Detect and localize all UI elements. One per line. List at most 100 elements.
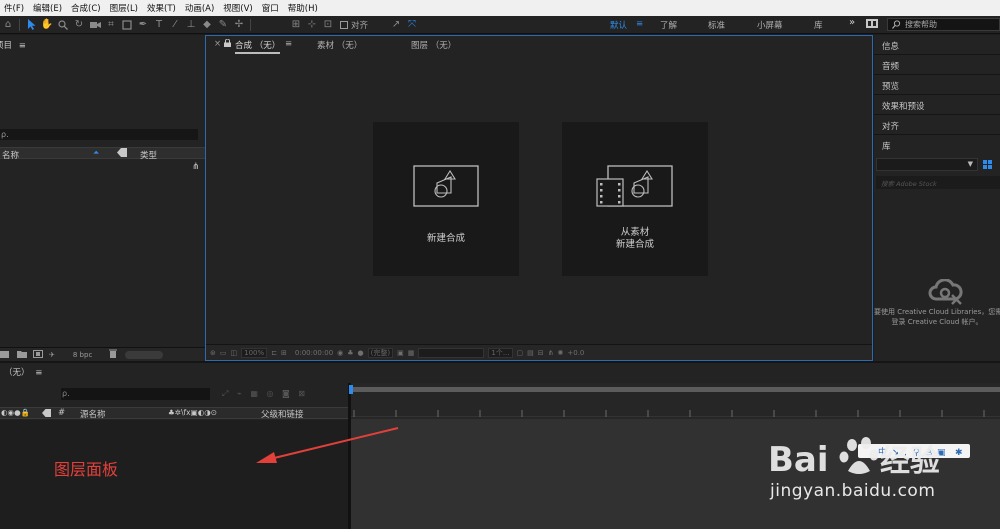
lock-icon[interactable] (224, 38, 231, 50)
draft-3d-icon[interactable]: ⤢ (222, 389, 228, 398)
home-icon[interactable]: ⌂ (0, 17, 16, 33)
help-search-input[interactable]: 搜索帮助 (887, 18, 1000, 31)
world-axis-icon[interactable]: ⊹ (304, 17, 320, 33)
new-composition-button[interactable]: 新建合成 (373, 122, 519, 276)
fit-icon[interactable]: ⊏ (271, 349, 277, 357)
new-folder-icon[interactable] (17, 350, 27, 360)
menu-composition[interactable]: 合成(C) (67, 2, 106, 14)
new-comp-from-footage-button[interactable]: 从素材 新建合成 (562, 122, 708, 276)
panel-info[interactable]: 信息 (874, 35, 1000, 55)
transparency-grid-icon[interactable]: ▦ (408, 349, 415, 357)
panel-effects-presets[interactable]: 效果和预设 (874, 95, 1000, 115)
timeline-search-input[interactable]: ρ. (61, 388, 210, 400)
hand-tool-icon[interactable]: ✋ (39, 17, 55, 33)
timeline-icon[interactable]: ⊟ (538, 349, 544, 357)
project-panel-title[interactable]: 项目 ≡ (0, 39, 26, 51)
workspace-default[interactable]: 默认 (610, 19, 627, 31)
thumbnail-slider[interactable] (125, 350, 164, 359)
rectangle-tool-icon[interactable] (119, 17, 135, 33)
clone-stamp-tool-icon[interactable]: ⊥ (183, 17, 199, 33)
panel-align[interactable]: 对齐 (874, 115, 1000, 135)
flowchart-icon[interactable]: ⋔ (192, 162, 200, 172)
motion-blur-icon[interactable]: ◎ (266, 389, 273, 398)
chart-icon[interactable]: ⊠ (298, 389, 305, 398)
work-area-start-handle[interactable] (349, 385, 353, 394)
type-tool-icon[interactable]: T (151, 17, 167, 33)
eraser-tool-icon[interactable]: ◆ (199, 17, 215, 33)
more-workspaces-button[interactable]: » (849, 17, 855, 28)
color-channel-icon[interactable]: ● (358, 349, 364, 357)
workspace-standard[interactable]: 标准 (708, 19, 725, 31)
selection-tool-icon[interactable] (23, 17, 39, 33)
monitor-icon[interactable]: ▭ (220, 349, 227, 357)
column-number[interactable]: # (58, 408, 65, 418)
exposure-icon[interactable]: ✺ (558, 349, 564, 357)
snap-options-icon[interactable]: ⤧ (404, 17, 420, 33)
work-area-bar[interactable] (349, 385, 1000, 394)
exposure-value[interactable]: +0.0 (567, 349, 584, 357)
label-tag-icon[interactable] (117, 148, 127, 160)
frame-blending-icon[interactable]: ▦ (250, 389, 258, 398)
roto-brush-tool-icon[interactable]: ✎ (215, 17, 231, 33)
tab-footage[interactable]: 素材 （无） (317, 39, 362, 51)
close-tab-icon[interactable]: × (214, 39, 221, 49)
view-layout-dropdown[interactable]: 1个... (488, 347, 513, 358)
bit-depth-label[interactable]: 8 bpc (73, 351, 92, 359)
column-parent-link[interactable]: 父级和链接 (261, 408, 304, 420)
new-composition-icon[interactable] (33, 349, 43, 360)
workspace-small-screen[interactable]: 小屏幕 (757, 19, 783, 31)
fast-preview-icon[interactable]: ▤ (527, 349, 534, 357)
rotate-tool-icon[interactable]: ↻ (71, 17, 87, 33)
snap-icon[interactable]: ↗ (388, 17, 404, 33)
panel-audio[interactable]: 音频 (874, 55, 1000, 75)
resolution-dropdown[interactable]: (完整) (367, 347, 394, 358)
project-search-input[interactable]: ρ. (0, 129, 198, 140)
column-type[interactable]: 类型 (140, 149, 157, 161)
tab-composition-menu-icon[interactable]: ≡ (285, 39, 292, 49)
puppet-pin-tool-icon[interactable]: ✢ (231, 17, 247, 33)
current-time-display[interactable]: 0:00:00:00 (295, 349, 333, 357)
local-axis-icon[interactable]: ⊞ (288, 17, 304, 33)
always-preview-icon[interactable]: ⊛ (210, 349, 216, 357)
sort-up-icon[interactable]: ⏶ (93, 148, 99, 158)
column-source-name[interactable]: 源名称 (80, 408, 106, 420)
zoom-tool-icon[interactable] (55, 17, 71, 33)
pen-tool-icon[interactable]: ✒ (135, 17, 151, 33)
workspace-menu-icon[interactable]: ≡ (636, 19, 643, 29)
menu-help[interactable]: 帮助(H) (284, 2, 323, 14)
menu-layer[interactable]: 图层(L) (106, 2, 143, 14)
zoom-dropdown[interactable]: 100% (241, 347, 268, 358)
align-checkbox[interactable]: 对齐 (340, 17, 368, 33)
trash-icon[interactable] (109, 349, 118, 360)
menu-file[interactable]: 件(F) (0, 2, 29, 14)
menu-effect[interactable]: 效果(T) (143, 2, 181, 14)
interpret-footage-icon[interactable] (0, 350, 9, 360)
menu-animation[interactable]: 动画(A) (181, 2, 219, 14)
shy-icon[interactable]: ⌁ (237, 389, 242, 398)
panel-preview[interactable]: 预览 (874, 75, 1000, 95)
time-ruler[interactable] (351, 405, 1000, 417)
camera-view-dropdown[interactable] (418, 347, 485, 358)
menu-edit[interactable]: 编辑(E) (29, 2, 67, 14)
render-queue-icon[interactable]: ✈ (49, 351, 55, 359)
brush-tool-icon[interactable]: ⁄ (167, 17, 183, 33)
camera-tool-icon[interactable] (87, 17, 103, 33)
stock-search-input[interactable]: 搜索 Adobe Stock (876, 176, 1000, 189)
grid-icon[interactable]: ⊞ (281, 349, 287, 357)
av-switch-icons[interactable]: ◐◉●🔒 (1, 408, 30, 417)
layer-switch-icons[interactable]: ♣✲\fx▣◐◑⊙ (168, 408, 217, 417)
tab-composition[interactable]: 合成 （无） (235, 39, 281, 54)
column-name[interactable]: 名称 (2, 149, 19, 161)
tab-layer[interactable]: 图层 （无） (411, 39, 456, 51)
workspace-libraries[interactable]: 库 (814, 19, 823, 31)
pan-behind-tool-icon[interactable]: ⌗ (103, 17, 119, 33)
region-of-interest-icon[interactable]: ▣ (397, 349, 404, 357)
snapshot-icon[interactable]: ◉ (337, 349, 343, 357)
toggle-pixel-aspect-icon[interactable]: ▢ (517, 349, 524, 357)
mask-icon[interactable]: ◫ (231, 349, 238, 357)
panel-menu-icon[interactable]: ≡ (19, 41, 26, 51)
graph-editor-icon[interactable]: ◙ (282, 389, 290, 398)
timeline-tab[interactable]: （无） ≡ (0, 366, 42, 378)
library-dropdown[interactable]: ▼ (876, 158, 978, 171)
sync-settings-icon[interactable] (866, 19, 878, 31)
